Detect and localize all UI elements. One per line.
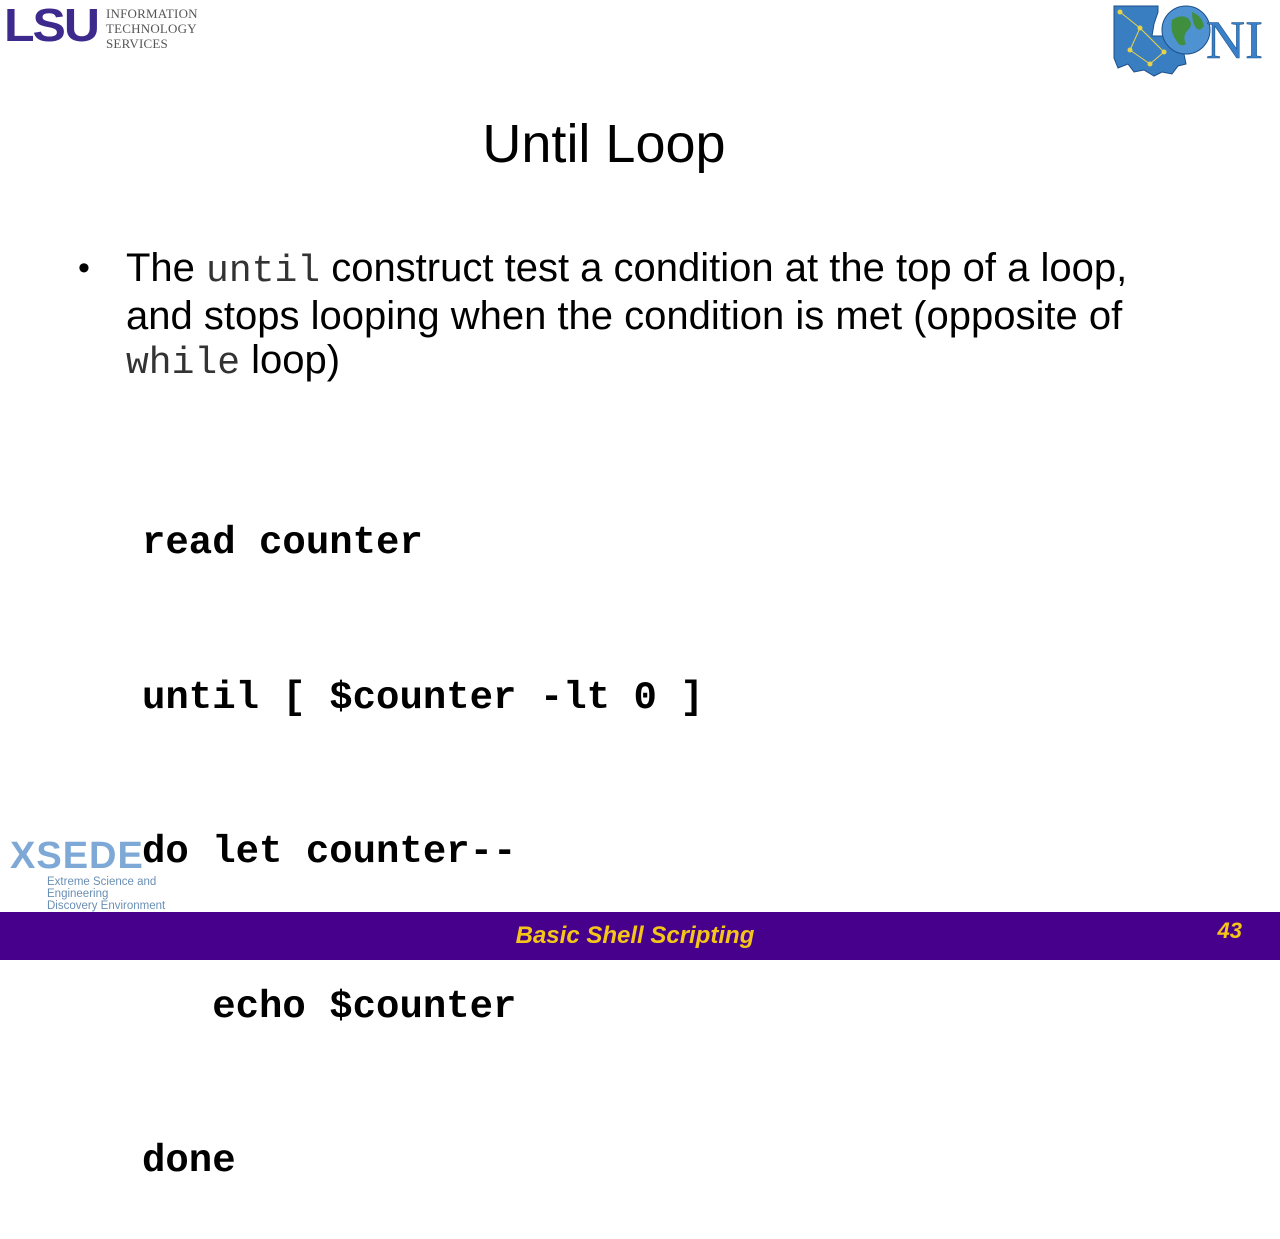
lsu-sub-line: TECHNOLOGY [106, 21, 197, 36]
page-number: 43 [1217, 918, 1242, 943]
slide-title: Until Loop [482, 114, 726, 174]
bullet-text-part: The [126, 246, 207, 290]
lsu-sub-line: SERVICES [106, 36, 168, 51]
xsede-tagline-line: Extreme Science and Engineering [47, 876, 157, 900]
lsu-logo-letters: LSU [4, 0, 100, 51]
footer-bar: Basic Shell Scripting 43 [0, 912, 1280, 960]
xsede-wordmark: XSEDE [10, 835, 144, 877]
code-line: read counter [142, 521, 423, 565]
xsede-tagline-line: Discovery Environment [47, 900, 166, 912]
code-line: until [ $counter -lt 0 ] [142, 675, 704, 720]
xsede-tagline: Extreme Science and Engineering Discover… [47, 876, 220, 912]
loni-logo-text: NI [1206, 10, 1263, 70]
inline-code-while: while [126, 342, 241, 385]
code-block: read counter until [ $counter -lt 0 ] do… [142, 415, 704, 1239]
lsu-sub-line: INFORMATION [106, 6, 198, 21]
bullet-text: The until construct test a condition at … [126, 246, 1196, 386]
xsede-logo: XSEDE Extreme Science and Engineering Di… [10, 835, 220, 912]
footer-title: Basic Shell Scripting [515, 922, 755, 949]
bullet-text-part: loop) [240, 338, 341, 382]
code-line: echo $counter [142, 984, 517, 1029]
inline-code-until: until [206, 250, 321, 293]
code-line: do let counter-- [142, 830, 517, 874]
lsu-logo-subtitle: INFORMATION TECHNOLOGY SERVICES [106, 4, 198, 51]
lsu-its-logo: LSU INFORMATION TECHNOLOGY SERVICES [4, 0, 198, 51]
loni-logo: NI [1113, 5, 1263, 77]
bullet-dot-icon: • [78, 249, 90, 287]
code-line: done [142, 1139, 236, 1183]
